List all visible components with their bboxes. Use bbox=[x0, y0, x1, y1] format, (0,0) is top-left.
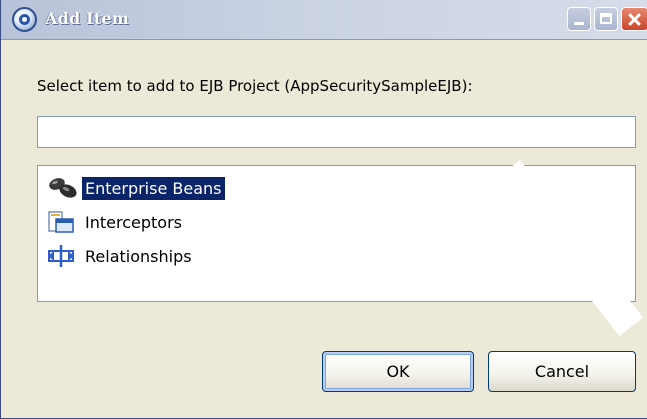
list-item-label: Relationships bbox=[85, 246, 192, 266]
list-item-relationships[interactable]: Relationships bbox=[46, 242, 195, 270]
prompt-label: Select item to add to EJB Project (AppSe… bbox=[37, 77, 473, 95]
interceptors-icon bbox=[46, 209, 82, 235]
add-item-dialog: Add Item Select item to add to EJB Proje… bbox=[0, 0, 647, 419]
close-button[interactable] bbox=[621, 7, 647, 31]
enterprise-beans-icon bbox=[46, 175, 82, 201]
app-icon bbox=[12, 7, 37, 32]
relationships-icon bbox=[46, 243, 82, 269]
minimize-button[interactable] bbox=[567, 7, 591, 31]
item-list[interactable]: Enterprise Beans Interceptors Relationsh… bbox=[37, 165, 636, 302]
cancel-button[interactable]: Cancel bbox=[488, 351, 636, 392]
list-item-label: Enterprise Beans bbox=[82, 176, 225, 200]
maximize-button[interactable] bbox=[594, 7, 618, 31]
title-bar[interactable]: Add Item bbox=[1, 0, 647, 40]
window-title: Add Item bbox=[45, 9, 129, 28]
ok-button[interactable]: OK bbox=[322, 351, 474, 392]
list-item-label: Interceptors bbox=[85, 212, 182, 232]
list-item-interceptors[interactable]: Interceptors bbox=[46, 208, 185, 236]
list-item-enterprise-beans[interactable]: Enterprise Beans bbox=[46, 174, 225, 202]
filter-input[interactable] bbox=[37, 116, 636, 148]
